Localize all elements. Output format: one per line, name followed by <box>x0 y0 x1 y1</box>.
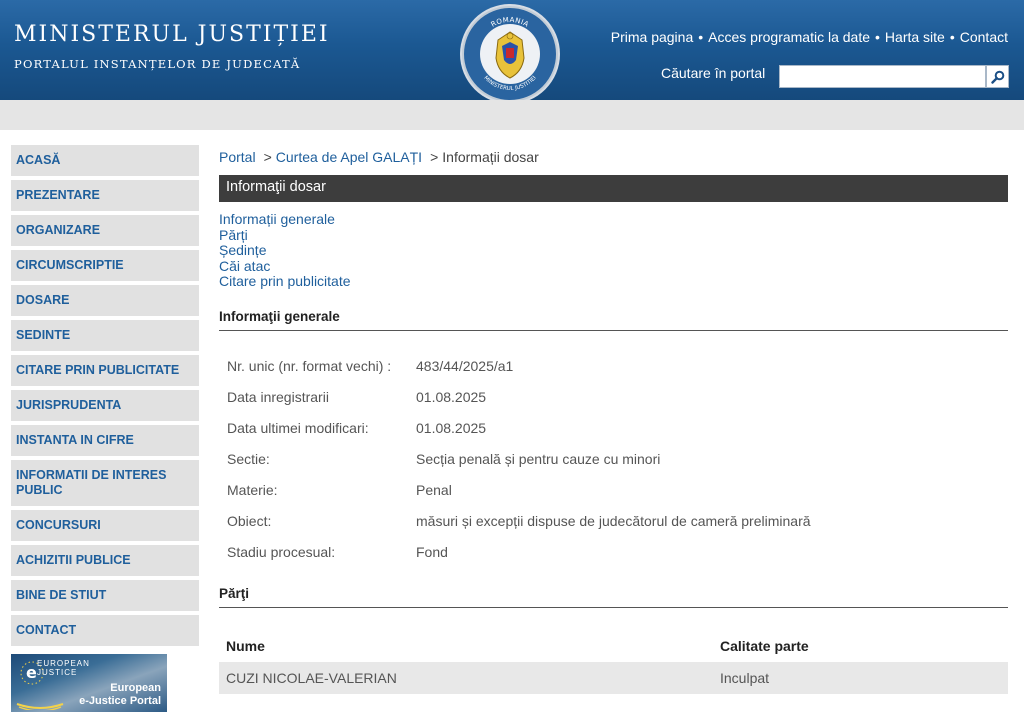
sidebar-item-dosare[interactable]: DOSARE <box>11 285 199 316</box>
party-name: CUZI NICOLAE-VALERIAN <box>226 670 397 686</box>
info-label: Data inregistrarii <box>227 388 329 405</box>
info-label: Materie: <box>227 481 278 498</box>
column-header-calitate-parte: Calitate parte <box>720 638 809 654</box>
breadcrumb-link-portal[interactable]: Portal <box>219 149 256 165</box>
info-label: Stadiu procesual: <box>227 543 336 560</box>
anchor-link-citare-prin-publicitate[interactable]: Citare prin publicitate <box>219 273 351 290</box>
top-link-acces-programatic[interactable]: Acces programatic la date <box>708 29 870 45</box>
sidebar-item-achizitii-publice[interactable]: ACHIZITII PUBLICE <box>11 545 199 576</box>
top-navigation: Prima pagina • Acces programatic la date • H… <box>611 29 1008 45</box>
info-row: Nr. unic (nr. format vechi) : 483/44/202… <box>219 350 1008 381</box>
svg-text:e: e <box>26 663 37 682</box>
ejustice-title-line1: European <box>110 682 161 694</box>
scales-icon <box>16 703 64 710</box>
sidebar-item-prezentare[interactable]: PREZENTARE <box>11 180 199 211</box>
sidebar-item-acasa[interactable]: ACASĂ <box>11 145 199 176</box>
info-value: 01.08.2025 <box>416 388 487 405</box>
breadcrumb-current: Informații dosar <box>442 149 539 165</box>
sidebar-item-jurisprudenta[interactable]: JURISPRUDENTA <box>11 390 199 421</box>
search-icon <box>990 70 1004 84</box>
info-label: Sectie: <box>227 450 270 467</box>
search-button[interactable] <box>986 65 1009 88</box>
info-row: Sectie: Secția penală și pentru cauze cu… <box>219 443 1008 474</box>
section-heading-informatii-generale: Informaţii generale <box>219 309 1008 331</box>
breadcrumb-link-curtea-de-apel[interactable]: Curtea de Apel GALAȚI <box>276 149 422 165</box>
site-subtitle: PORTALUL INSTANȚELOR DE JUDECATĂ <box>14 57 301 71</box>
ejustice-portal-banner[interactable]: e EUROPEAN JUSTICE European e-Justice Po… <box>11 654 167 712</box>
info-row: Obiect: măsuri și excepții dispuse de ju… <box>219 505 1008 536</box>
sidebar-item-organizare[interactable]: ORGANIZARE <box>11 215 199 246</box>
table-row: CUZI NICOLAE-VALERIAN Inculpat <box>219 662 1008 694</box>
column-header-nume: Nume <box>226 638 265 654</box>
link-separator: • <box>698 29 704 45</box>
info-value: Penal <box>416 481 452 498</box>
party-role: Inculpat <box>720 670 770 686</box>
anchor-link-sedinte[interactable]: Ședințe <box>219 242 351 259</box>
sidebar-item-informatii-de-interes-public[interactable]: INFORMATII DE INTERES PUBLIC <box>11 460 199 506</box>
info-row: Materie: Penal <box>219 474 1008 505</box>
section-heading-parti: Părţi <box>219 586 1008 608</box>
parti-table-header: Nume Calitate parte <box>219 634 1008 658</box>
info-label: Nr. unic (nr. format vechi) : <box>227 357 392 374</box>
emblem-icon: ROMANIA MINISTERUL JUSTITIEI <box>460 4 560 104</box>
info-value: 483/44/2025/a1 <box>416 357 514 374</box>
info-label: Obiect: <box>227 512 272 529</box>
info-value: 01.08.2025 <box>416 419 487 436</box>
section-anchor-links: Informații generale Părți Ședințe Căi at… <box>219 211 351 290</box>
link-separator: • <box>949 29 955 45</box>
coat-of-arms-logo[interactable]: ROMANIA MINISTERUL JUSTITIEI <box>456 0 564 108</box>
header-divider-band <box>0 100 1024 130</box>
info-row: Stadiu procesual: Fond <box>219 536 1008 567</box>
top-link-contact[interactable]: Contact <box>960 29 1008 45</box>
site-title: MINISTERUL JUSTIȚIEI <box>14 22 330 47</box>
page-title: Informaţii dosar <box>219 175 1008 202</box>
link-separator: • <box>875 29 880 45</box>
search-label: Căutare în portal <box>661 65 766 81</box>
info-row: Data inregistrarii 01.08.2025 <box>219 381 1008 412</box>
breadcrumb-separator: > <box>263 149 272 165</box>
sidebar-navigation: ACASĂ PREZENTARE ORGANIZARE CIRCUMSCRIPT… <box>11 145 199 650</box>
top-link-harta-site[interactable]: Harta site <box>885 29 945 45</box>
anchor-link-informatii-generale[interactable]: Informații generale <box>219 211 351 228</box>
breadcrumb: Portal > Curtea de Apel GALAȚI > Informații … <box>219 149 539 165</box>
ejustice-title-line2: e-Justice Portal <box>79 695 161 707</box>
info-row: Data ultimei modificari: 01.08.2025 <box>219 412 1008 443</box>
general-info-table: Nr. unic (nr. format vechi) : 483/44/202… <box>219 350 1008 567</box>
ejustice-top-text: EUROPEAN JUSTICE <box>37 659 90 677</box>
top-link-prima-pagina[interactable]: Prima pagina <box>611 29 694 45</box>
sidebar-item-citare-prin-publicitate[interactable]: CITARE PRIN PUBLICITATE <box>11 355 199 386</box>
info-value: măsuri și excepții dispuse de judecătoru… <box>416 512 811 529</box>
sidebar-item-bine-de-stiut[interactable]: BINE DE STIUT <box>11 580 199 611</box>
sidebar-item-contact[interactable]: CONTACT <box>11 615 199 646</box>
info-label: Data ultimei modificari: <box>227 419 369 436</box>
info-value: Fond <box>416 543 448 560</box>
anchor-link-parti[interactable]: Părți <box>219 227 351 244</box>
sidebar-item-sedinte[interactable]: SEDINTE <box>11 320 199 351</box>
sidebar-item-instanta-in-cifre[interactable]: INSTANTA IN CIFRE <box>11 425 199 456</box>
anchor-link-cai-atac[interactable]: Căi atac <box>219 258 351 275</box>
sidebar-item-concursuri[interactable]: CONCURSURI <box>11 510 199 541</box>
sidebar-item-circumscriptie[interactable]: CIRCUMSCRIPTIE <box>11 250 199 281</box>
info-value: Secția penală și pentru cauze cu minori <box>416 450 661 467</box>
search-input[interactable] <box>779 65 986 88</box>
site-header: MINISTERUL JUSTIȚIEI PORTALUL INSTANȚELO… <box>0 0 1024 104</box>
breadcrumb-separator: > <box>430 149 439 165</box>
